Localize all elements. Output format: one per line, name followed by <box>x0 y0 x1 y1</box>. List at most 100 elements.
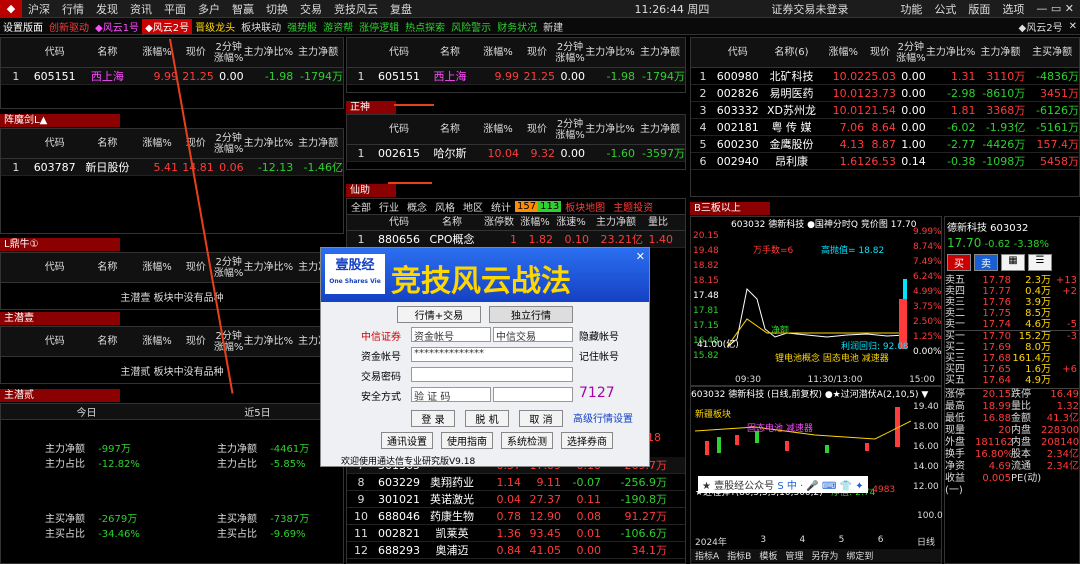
bottom-tab[interactable]: 模板 <box>755 549 781 562</box>
tab-trade[interactable]: 行情+交易 <box>397 306 481 323</box>
menu-item[interactable]: 平面 <box>158 1 192 17</box>
tab-item[interactable]: 全部 <box>347 199 375 214</box>
login-status[interactable]: 证券交易未登录 <box>765 1 854 17</box>
captcha-input[interactable] <box>493 387 573 402</box>
system-check-button[interactable]: 系统检测 <box>501 432 553 449</box>
grid-icon[interactable]: ▦ <box>1001 254 1025 271</box>
tab-item[interactable]: 板块联动 <box>238 19 284 34</box>
menu-item[interactable]: 沪深 <box>22 1 56 17</box>
close-icon[interactable]: ✕ <box>636 250 645 263</box>
menu-item[interactable]: 发现 <box>90 1 124 17</box>
menu-item[interactable]: 行情 <box>56 1 90 17</box>
network-settings-button[interactable]: 通讯设置 <box>381 432 433 449</box>
remember-checkbox[interactable]: 记住帐号 <box>579 348 619 363</box>
table-row[interactable]: 5 600230 金鹰股份 4.13 8.87 1.00 -2.77 -4426万 157.4万 <box>691 136 1079 153</box>
tab-item[interactable]: 涨停逻辑 <box>356 19 402 34</box>
table-cell: -6126万 <box>1036 104 1079 117</box>
table-row[interactable]: 6 002940 昂利康 1.61 26.53 0.14 -0.38 -1098万 5458万 <box>691 153 1079 170</box>
menu-item[interactable]: 切换 <box>260 1 294 17</box>
tab-quote[interactable]: 独立行情 <box>489 306 573 323</box>
hide-account-checkbox[interactable]: 隐藏帐号 <box>579 328 619 343</box>
tab-item[interactable]: 风格 <box>431 199 459 214</box>
tab-item[interactable]: 新建 <box>540 19 566 34</box>
sell-button[interactable]: 卖 <box>974 254 998 271</box>
tab-item[interactable]: ◆风云2号 <box>142 18 193 34</box>
guide-button[interactable]: 使用指南 <box>441 432 493 449</box>
table-row[interactable]: 11 002821 凯莱英 1.36 93.45 0.01 -106.6万 <box>347 525 685 542</box>
tab-item[interactable]: 热点探索 <box>402 19 448 34</box>
axis-label: 15:00 <box>909 375 935 385</box>
buy-button[interactable]: 买 <box>947 254 971 271</box>
section-title: B三板以上 <box>690 202 770 215</box>
toolbar-icons[interactable]: S 中 · 🎤 ⌨ 👕 ✦ <box>777 481 863 492</box>
table-row[interactable]: 10 688046 药康生物 0.78 12.90 0.08 91.27万 <box>347 508 685 525</box>
intraday-chart[interactable]: 603032 德新科技 ●国神分时Q 竞价图 17.70 20.15 19.48 1… <box>690 216 942 386</box>
menu-item[interactable]: 资讯 <box>124 1 158 17</box>
menu-item[interactable]: 交易 <box>294 1 328 17</box>
bottom-tab[interactable]: 指标A <box>691 549 723 562</box>
close-icon[interactable]: ✕ <box>1066 21 1080 32</box>
orderbook-cell: 17.65 <box>982 364 1011 375</box>
menu-item[interactable]: 多户 <box>192 1 226 17</box>
table-cell: -106.6万 <box>620 527 667 540</box>
captcha-image[interactable]: 7127 <box>579 385 615 401</box>
bottom-tab[interactable]: 管理 <box>781 549 807 562</box>
trade-type-select[interactable]: 中信交易 <box>493 327 573 343</box>
security-select[interactable]: 验 证 码 <box>411 387 491 403</box>
menu-item[interactable]: 复盘 <box>384 1 418 17</box>
tab-item[interactable]: 财务状况 <box>494 19 540 34</box>
axis-label: 20.15 <box>693 231 719 241</box>
tab-item[interactable]: 创新驱动 <box>46 19 92 34</box>
menu-item[interactable]: 功能 <box>894 1 928 17</box>
tab-item[interactable]: 风险警示 <box>448 19 494 34</box>
tab-item[interactable]: 地区 <box>459 199 487 214</box>
table-row[interactable]: 9 301021 英诺激光 0.04 27.37 0.11 -190.8万 <box>347 491 685 508</box>
tab-item[interactable]: 概念 <box>403 199 431 214</box>
kline-chart[interactable]: 603032 德新科技 (日线,前复权) ●★过河潜伏A(2,10,5) ▼ 1… <box>690 386 943 564</box>
table-cell: 1 <box>510 232 517 246</box>
bottom-tab[interactable]: 绑定到 <box>842 549 877 562</box>
cancel-button[interactable]: 取 消 <box>519 410 563 427</box>
table-row[interactable]: 1 605151 西上海 9.99 21.25 0.00 -1.98 -1794万 <box>347 68 685 85</box>
account-type-select[interactable]: 资金帐号 <box>411 327 491 343</box>
tab-item[interactable]: 晋级龙头 <box>192 19 238 34</box>
menu-item[interactable]: 选项 <box>996 1 1030 17</box>
window-controls[interactable]: — ▭ ✕ <box>1030 2 1080 15</box>
menu-item[interactable]: 竞技风云 <box>328 1 384 17</box>
menu-item[interactable]: 智赢 <box>226 1 260 17</box>
link[interactable]: 板块地图 <box>561 199 609 214</box>
tab-right-selector[interactable]: ◆风云2号 <box>1016 19 1066 34</box>
table-cell: 5 <box>699 137 707 151</box>
password-input[interactable] <box>411 367 573 382</box>
tab-item[interactable]: 强势股 <box>284 19 320 34</box>
table-row[interactable]: 1 605151 西上海 9.99 21.25 0.00 -1.98 -1794万 <box>1 68 343 85</box>
table-row[interactable]: 1 600980 北矿科技 10.02 25.03 0.00 1.31 3110万 -4836万 <box>691 68 1079 85</box>
offline-button[interactable]: 脱 机 <box>465 410 509 427</box>
tab-item[interactable]: 设置版面 <box>0 19 46 34</box>
table-row[interactable]: 1 603787 新日股份 5.41 14.81 0.06 -12.13 -1.46亿 <box>1 159 343 176</box>
bottom-tab[interactable]: 指标B <box>723 549 755 562</box>
link[interactable]: 主题投资 <box>609 199 657 214</box>
orderbook-row: 买二 17.69 8.0万 <box>945 342 1079 353</box>
watermark: ★ 壹股经公众号 S 中 · 🎤 ⌨ 👕 ✦ <box>698 476 868 493</box>
tab-item[interactable]: ◆风云1号 <box>92 19 142 34</box>
tab-item[interactable]: 统计 <box>487 199 515 214</box>
table-cell: 12.90 <box>529 509 562 523</box>
table-row[interactable]: 4 002181 粤 传 媒 7.06 8.64 0.00 -6.02 -1.93亿 -5161… <box>691 119 1079 136</box>
account-input[interactable]: ************** <box>411 347 573 362</box>
table-row[interactable]: 1 002615 哈尔斯 10.04 9.32 0.00 -1.60 -3597万 <box>347 145 685 162</box>
select-broker-button[interactable]: 选择券商 <box>561 432 613 449</box>
advanced-settings-link[interactable]: 高级行情设置 <box>573 410 633 427</box>
menu-item[interactable]: 公式 <box>928 1 962 17</box>
tab-item[interactable]: 游资帮 <box>320 19 356 34</box>
table-row[interactable]: 12 688293 奥浦迈 0.84 41.05 0.00 34.1万 <box>347 542 685 559</box>
table-row[interactable]: 8 603229 奥翔药业 1.14 9.11 -0.07 -256.9万 <box>347 474 685 491</box>
table-row[interactable]: 3 603332 XD苏州龙 10.01 21.54 0.00 1.81 3368万 -6126… <box>691 102 1079 119</box>
login-button[interactable]: 登 录 <box>411 410 455 427</box>
table-row[interactable]: 2 002826 易明医药 10.01 23.73 0.00 -2.98 -8610万 3451… <box>691 85 1079 102</box>
menu-item[interactable]: 版面 <box>962 1 996 17</box>
bottom-tab[interactable]: 另存为 <box>807 549 842 562</box>
table-row[interactable]: 1 880656 CPO概念 1 1.82 0.10 23.21亿 1.40 <box>347 231 685 248</box>
list-icon[interactable]: ☰ <box>1028 254 1052 271</box>
tab-item[interactable]: 行业 <box>375 199 403 214</box>
